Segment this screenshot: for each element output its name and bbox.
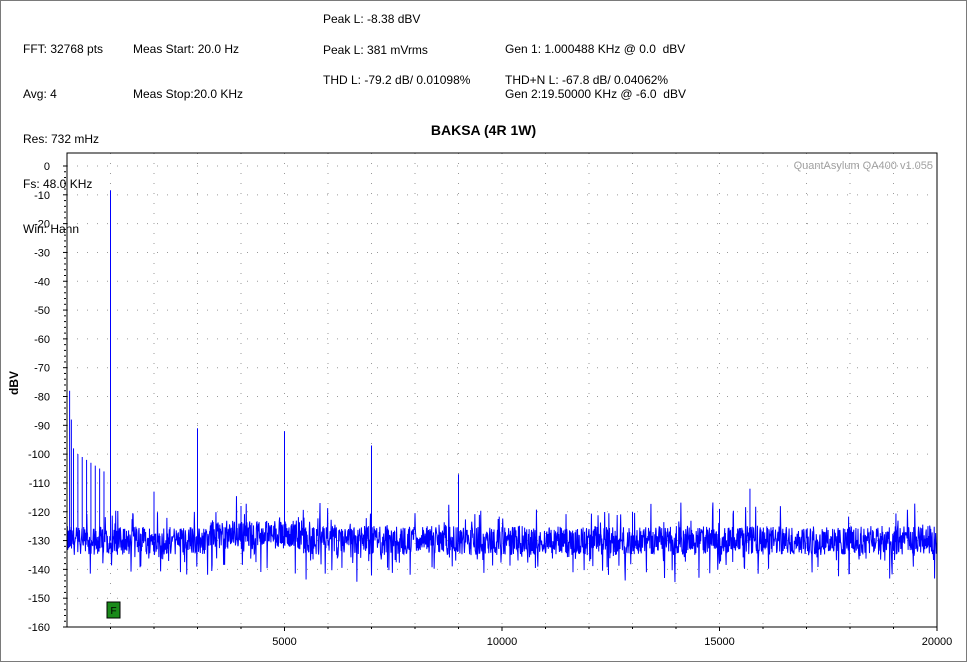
x-tick-label: 10000 [487,636,518,648]
grid [67,153,937,628]
y-tick-label: -160 [28,622,50,634]
marker-label: F [110,606,116,617]
y-tick-label: -50 [34,305,50,317]
watermark: QuantAsylum QA400 v1.055 [794,160,933,172]
y-tick-label: -10 [34,190,50,202]
y-tick-label: -80 [34,392,50,404]
y-tick-label: 0 [44,161,50,173]
axis-ticks: 0 -10 -20 -30 -40 -50 -60 -70 -80 -90 -100 -110 -120… [28,161,952,648]
y-tick-label: -140 [28,564,50,576]
spectrum-peaks [69,190,751,541]
y-tick-label: -70 [34,363,50,375]
y-tick-label: -40 [34,276,50,288]
x-tick-label: 20000 [922,636,953,648]
y-tick-label: -20 [34,219,50,231]
marker-f[interactable]: F [106,601,121,619]
spectrum-chart: 0 -10 -20 -30 -40 -50 -60 -70 -80 -90 -100 -110 -120… [28,152,952,648]
y-tick-label: -90 [34,420,50,432]
y-tick-label: -60 [34,334,50,346]
x-tick-label: 5000 [272,636,296,648]
y-tick-label: -30 [34,247,50,259]
y-tick-label: -150 [28,593,50,605]
y-tick-label: -110 [29,478,50,490]
y-tick-label: -100 [28,449,50,461]
y-tick-label: -120 [28,507,50,519]
y-tick-label: -130 [28,536,50,548]
x-tick-label: 15000 [704,636,735,648]
